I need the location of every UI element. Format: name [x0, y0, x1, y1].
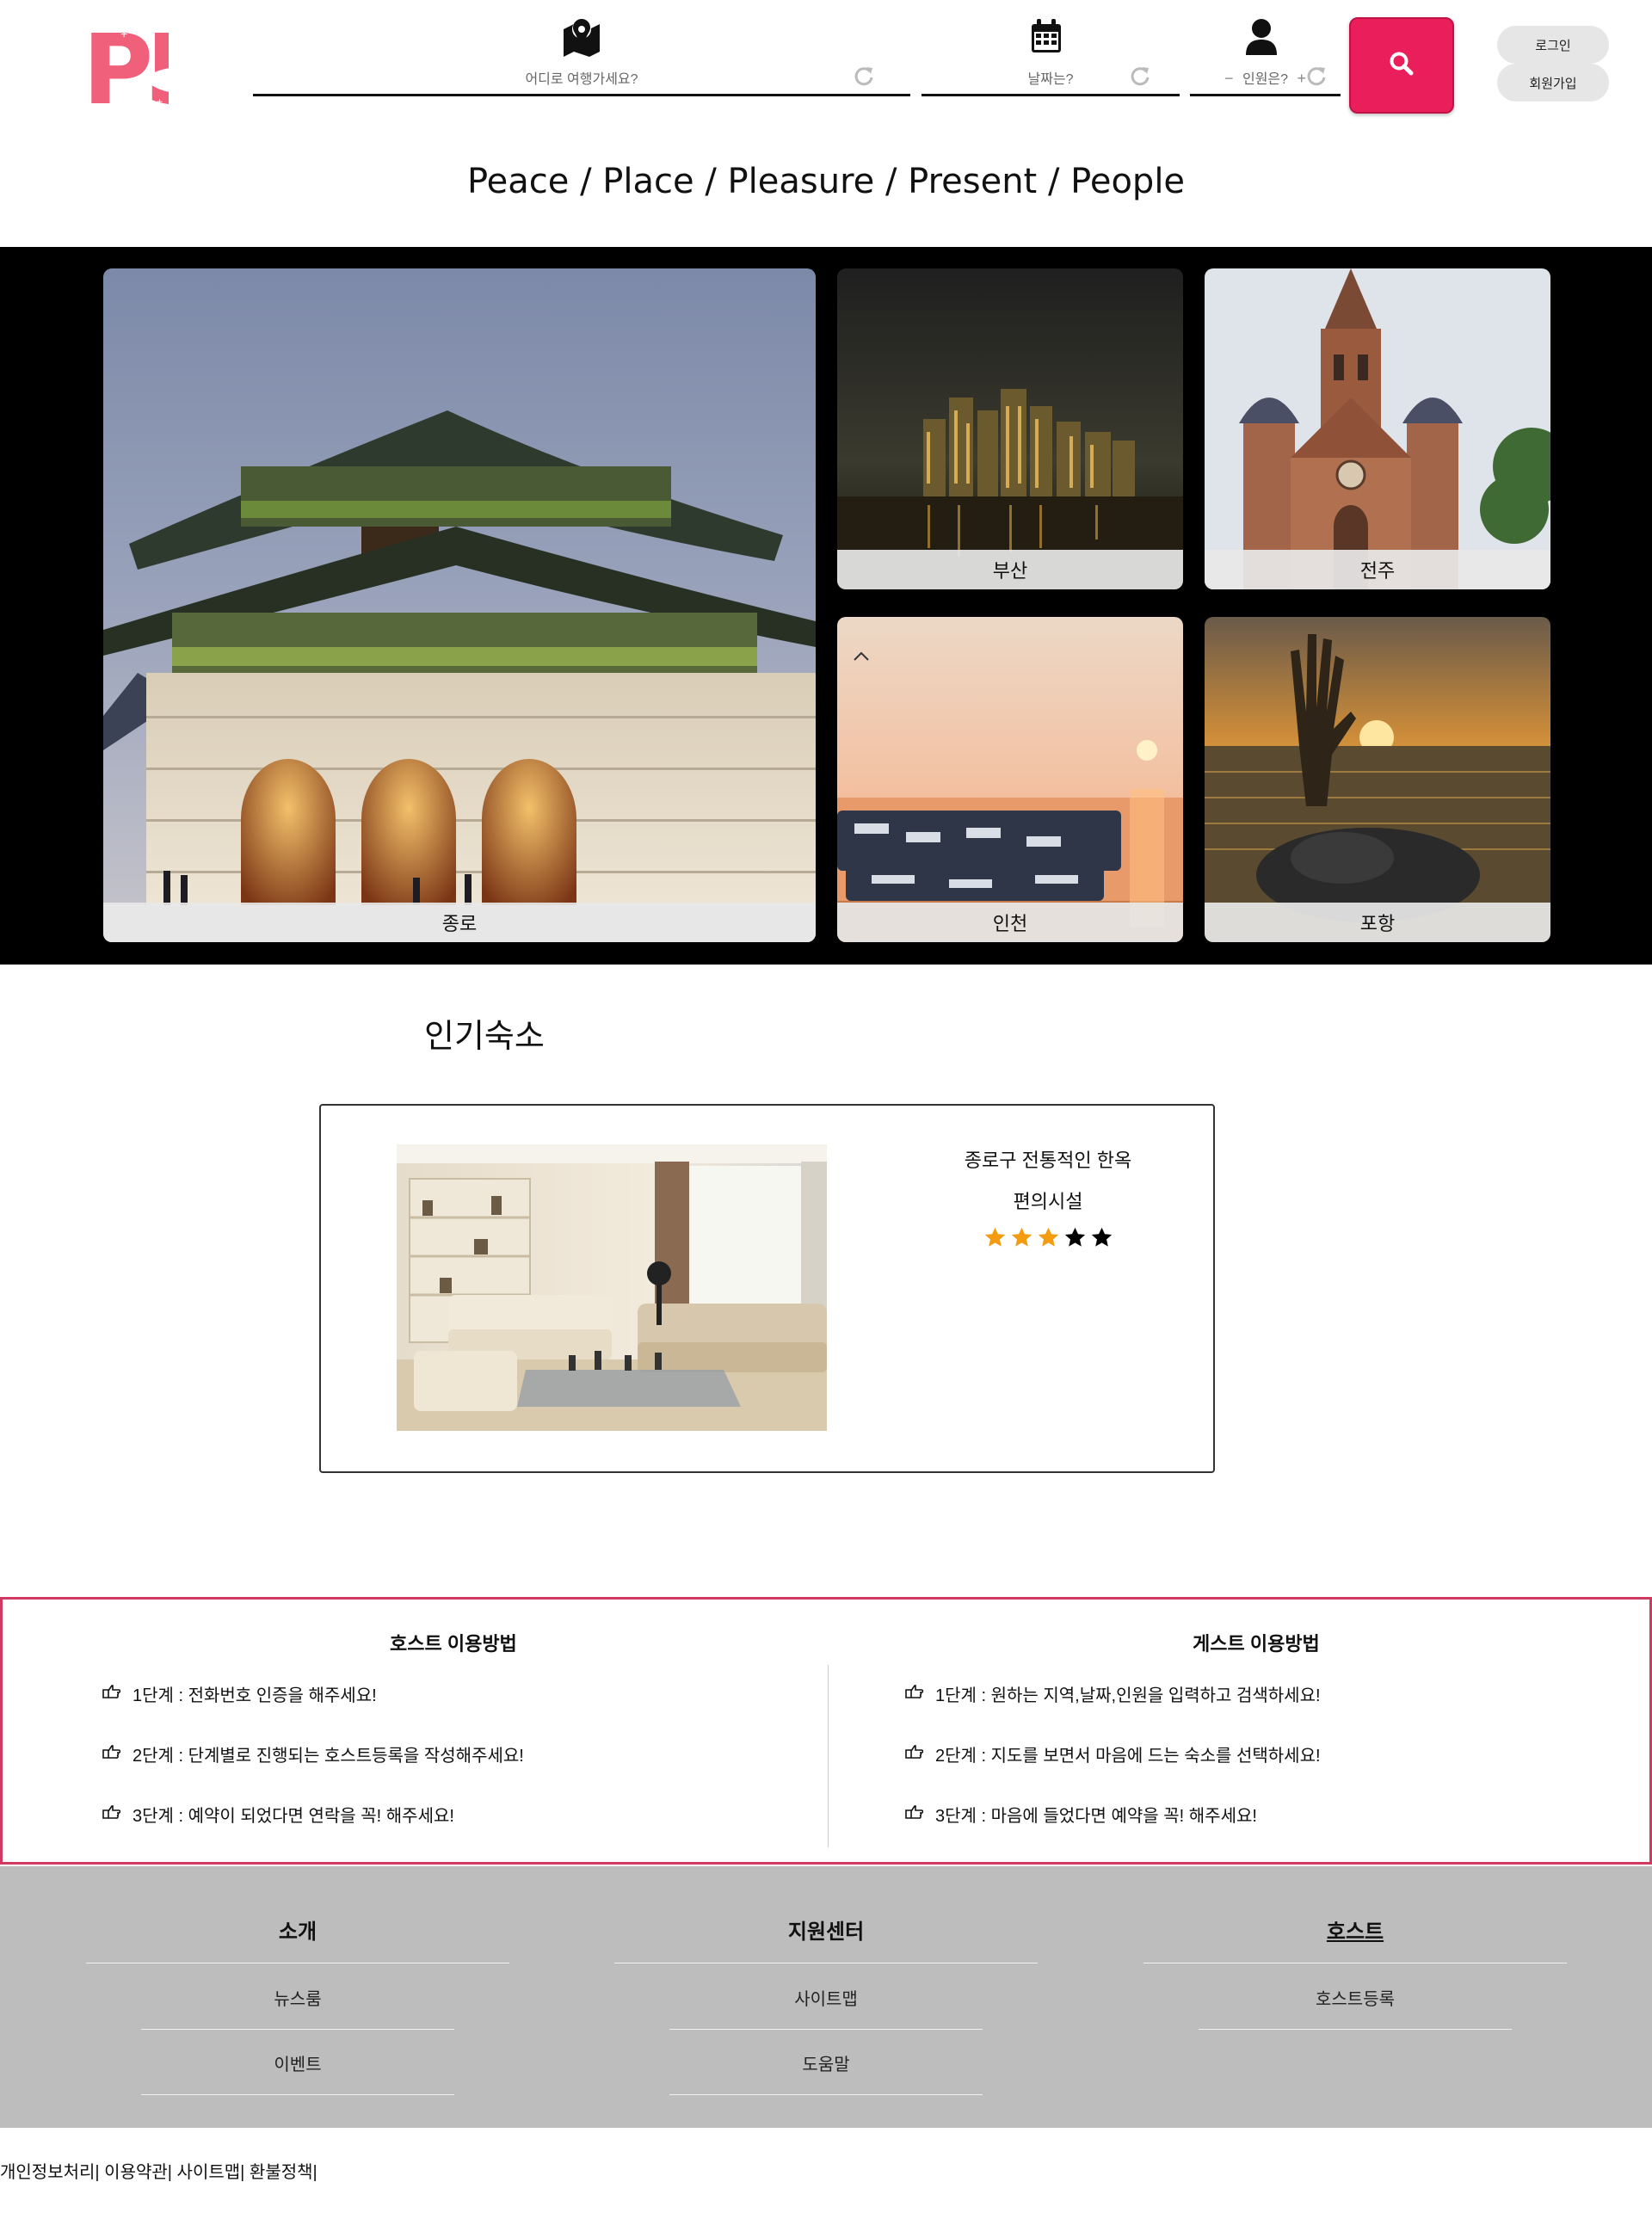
- date-reset-icon[interactable]: [1128, 64, 1152, 88]
- host-step-3: 3단계 : 예약이 되었다면 연락을 꼭! 해주세요!: [102, 1802, 454, 1827]
- popular-section-title: 인기숙소: [424, 1019, 545, 1055]
- star-filled-icon: [1038, 1227, 1058, 1247]
- where-field[interactable]: 어디로 여행가세요?: [253, 10, 910, 96]
- search-icon: [1389, 51, 1415, 81]
- stay-photo[interactable]: [397, 1144, 827, 1431]
- date-field[interactable]: 날짜는?: [922, 10, 1180, 96]
- guest-step-text: 2단계 : 지도를 보면서 마음에 드는 숙소를 선택하세요!: [935, 1747, 1321, 1766]
- guest-step-text: 1단계 : 원하는 지역,날짜,인원을 입력하고 검색하세요!: [935, 1686, 1321, 1705]
- guest-step-2: 2단계 : 지도를 보면서 마음에 드는 숙소를 선택하세요!: [904, 1741, 1321, 1766]
- jeonju-photo: [1205, 268, 1550, 589]
- legal-links: 개인정보처리| 이용약관| 사이트맵| 환불정책|: [0, 2163, 317, 2182]
- guest-step-1: 1단계 : 원하는 지역,날짜,인원을 입력하고 검색하세요!: [904, 1681, 1321, 1706]
- refund-link[interactable]: 환불정책: [250, 2163, 313, 2182]
- people-minus-button[interactable]: −: [1224, 70, 1234, 88]
- hand-point-icon: [102, 1744, 121, 1765]
- svg-text:+: +: [157, 96, 163, 108]
- svg-text:+: +: [120, 27, 127, 40]
- hand-point-icon: [904, 1744, 924, 1765]
- destination-gallery: 종로 부산 전주 인천 포항: [0, 247, 1652, 965]
- hand-point-icon: [102, 1804, 121, 1825]
- host-howto: 호스트 이용방법 1단계 : 전화번호 인증을 해주세요! 2단계 : 단계별로…: [97, 1600, 786, 1862]
- footer-link-events[interactable]: 이벤트: [86, 2050, 509, 2075]
- people-reset-icon[interactable]: [1304, 64, 1328, 88]
- tagline: Peace / Place / Pleasure / Present / Peo…: [466, 162, 1186, 201]
- privacy-link[interactable]: 개인정보처리: [0, 2163, 95, 2182]
- user-icon: [1244, 17, 1287, 57]
- host-step-text: 3단계 : 예약이 되었다면 연락을 꼭! 해주세요!: [133, 1807, 454, 1826]
- howto-section: 호스트 이용방법 1단계 : 전화번호 인증을 해주세요! 2단계 : 단계별로…: [0, 1597, 1652, 1865]
- destination-tile-jongno[interactable]: 종로: [103, 268, 816, 942]
- stay-rating: [975, 1226, 1121, 1249]
- footer-heading-host[interactable]: 호스트: [1143, 1914, 1567, 1945]
- footer-link-newsroom[interactable]: 뉴스룸: [86, 1985, 509, 2010]
- logo[interactable]: P5 + + +: [83, 19, 169, 112]
- stay-name[interactable]: 종로구 전통적인 한옥: [906, 1145, 1190, 1173]
- destination-caption: 전주: [1205, 550, 1550, 589]
- destination-tile-busan[interactable]: 부산: [837, 268, 1183, 589]
- footer-divider: [141, 2094, 454, 2095]
- footer-divider: [1199, 2029, 1512, 2030]
- calendar-icon: [1029, 17, 1072, 57]
- footer-divider: [669, 2094, 983, 2095]
- svg-text:+: +: [86, 92, 92, 104]
- footer-divider: [141, 2029, 454, 2030]
- where-reset-icon[interactable]: [852, 64, 876, 88]
- footer-link-host-register[interactable]: 호스트등록: [1143, 1985, 1567, 2010]
- host-howto-title: 호스트 이용방법: [390, 1633, 517, 1655]
- stay-amenities: 편의시설: [1013, 1191, 1083, 1212]
- footer-col-intro: 소개 뉴스룸 이벤트: [86, 1866, 509, 2128]
- footer-heading-intro[interactable]: 소개: [86, 1914, 509, 1945]
- signup-button[interactable]: 회원가입: [1497, 64, 1609, 102]
- map-icon: [560, 17, 603, 57]
- star-empty-icon: [1064, 1227, 1085, 1247]
- star-empty-icon: [1091, 1227, 1112, 1247]
- destination-tile-pohang[interactable]: 포항: [1205, 617, 1550, 942]
- terms-link[interactable]: 이용약관: [104, 2163, 168, 2182]
- host-step-2: 2단계 : 단계별로 진행되는 호스트등록을 작성해주세요!: [102, 1741, 524, 1766]
- guest-step-3: 3단계 : 마음에 들었다면 예약을 꼭! 해주세요!: [904, 1802, 1257, 1827]
- guest-howto: 게스트 이용방법 1단계 : 원하는 지역,날짜,인원을 입력하고 검색하세요!…: [900, 1600, 1588, 1862]
- guest-howto-title: 게스트 이용방법: [1193, 1633, 1320, 1655]
- login-button[interactable]: 로그인: [1497, 26, 1609, 64]
- pohang-photo: [1205, 617, 1550, 942]
- people-placeholder: 인원은?: [1242, 72, 1289, 87]
- footer-col-support: 지원센터 사이트맵 도움말: [614, 1866, 1038, 2128]
- howto-divider: [828, 1665, 829, 1847]
- hand-point-icon: [102, 1684, 121, 1704]
- host-step-text: 2단계 : 단계별로 진행되는 호스트등록을 작성해주세요!: [133, 1747, 524, 1766]
- destination-caption: 부산: [837, 550, 1183, 589]
- footer-col-host: 호스트 호스트등록: [1143, 1866, 1567, 2128]
- destination-tile-incheon[interactable]: 인천: [837, 617, 1183, 942]
- footer-link-help[interactable]: 도움말: [614, 2050, 1038, 2075]
- star-filled-icon: [1011, 1227, 1032, 1247]
- destination-caption: 종로: [103, 903, 816, 942]
- destination-tile-jeonju[interactable]: 전주: [1205, 268, 1550, 589]
- site-footer: 소개 뉴스룸 이벤트 지원센터 사이트맵 도움말 호스트 호스트등록: [0, 1866, 1652, 2128]
- destination-caption: 포항: [1205, 903, 1550, 942]
- destination-caption: 인천: [837, 903, 1183, 942]
- star-filled-icon: [984, 1227, 1005, 1247]
- footer-heading-support[interactable]: 지원센터: [614, 1914, 1038, 1945]
- footer-link-sitemap[interactable]: 사이트맵: [614, 1985, 1038, 2010]
- where-input[interactable]: 어디로 여행가세요?: [253, 67, 910, 88]
- guest-step-text: 3단계 : 마음에 들었다면 예약을 꼭! 해주세요!: [935, 1807, 1257, 1826]
- search-button[interactable]: [1349, 17, 1454, 114]
- host-step-text: 1단계 : 전화번호 인증을 해주세요!: [133, 1686, 377, 1705]
- footer-divider: [669, 2029, 983, 2030]
- site-header: P5 + + + 어디로 여행가세요?: [0, 0, 1652, 129]
- jongno-photo: [103, 268, 816, 942]
- people-field[interactable]: − 인원은? +: [1190, 10, 1341, 96]
- host-step-1: 1단계 : 전화번호 인증을 해주세요!: [102, 1681, 377, 1706]
- hand-point-icon: [904, 1804, 924, 1825]
- hand-point-icon: [904, 1684, 924, 1704]
- stay-card[interactable]: 종로구 전통적인 한옥 편의시설: [319, 1104, 1215, 1473]
- busan-photo: [837, 268, 1183, 589]
- sitemap-link[interactable]: 사이트맵: [177, 2163, 241, 2182]
- incheon-photo: [837, 617, 1183, 942]
